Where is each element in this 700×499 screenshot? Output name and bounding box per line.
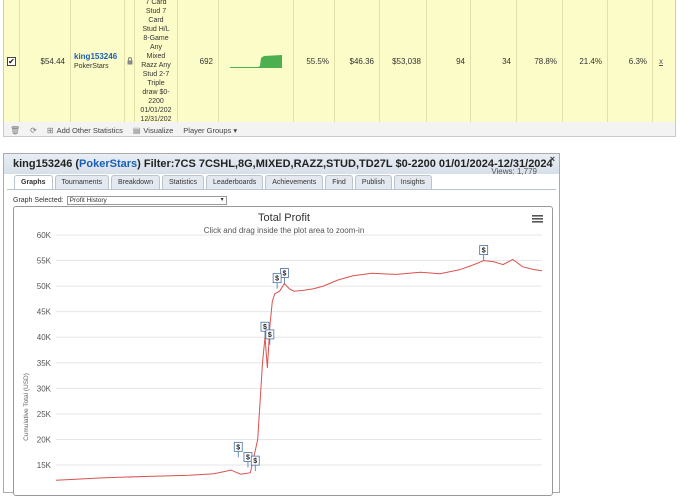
add-other-statistics-label: Add Other Statistics: [56, 125, 123, 135]
chart-title: Total Profit: [258, 212, 310, 224]
profit-series-line: [55, 258, 543, 481]
tab-tournaments[interactable]: Tournaments: [54, 175, 109, 189]
row-checkbox[interactable]: ✔: [7, 56, 16, 66]
y-tick-label: 15K: [37, 461, 52, 470]
graph-selected-label: Graph Selected:: [13, 197, 64, 204]
filter-line: Mixed: [146, 53, 166, 60]
cell-avg-profit: $46.36: [335, 0, 380, 122]
lock-icon[interactable]: [125, 0, 135, 122]
filter-line: 8-Game: [143, 35, 169, 42]
y-tick-label: 60K: [37, 231, 52, 240]
y-axis-label: Cumulative Total (USD): [23, 373, 30, 441]
cell-pct1: 78.8%: [517, 0, 563, 122]
filter-line: Stud 2-7: [142, 71, 170, 78]
y-tick-label: 25K: [37, 410, 52, 419]
views-count: Views: 1,779: [491, 167, 537, 176]
y-tick-label: 50K: [37, 282, 52, 291]
filter-line: draw $0-: [142, 89, 170, 96]
player-cell: king153246 PokerStars: [71, 0, 125, 122]
profit-chart[interactable]: Total Profit Click and drag inside the pl…: [14, 207, 554, 497]
profit-sparkline: [219, 0, 294, 122]
tab-graphs[interactable]: Graphs: [14, 175, 53, 189]
cell-col1: $54.44: [20, 0, 71, 122]
filter-line: Stud 7: [145, 8, 167, 15]
player-groups-label: Player Groups ▾: [183, 125, 238, 135]
y-tick-label: 30K: [37, 384, 52, 393]
trash-icon[interactable]: 🗑: [10, 126, 20, 135]
refresh-icon[interactable]: ⟳: [30, 126, 37, 135]
cell-total-profit: $53,038: [380, 0, 427, 122]
tab-publish[interactable]: Publish: [354, 175, 392, 189]
stats-table: ✔ $54.44 king153246 PokerStars 7 Card Stu…: [3, 0, 676, 137]
hamburger-menu-icon[interactable]: [532, 215, 543, 217]
y-tick-label: 20K: [37, 435, 52, 444]
cash-marker-label: $: [482, 248, 486, 255]
title-player: king153246 (: [13, 158, 80, 170]
chevron-down-icon: ▾: [220, 197, 224, 203]
filter-line: 12/31/202: [140, 116, 172, 122]
hamburger-menu-icon[interactable]: [532, 218, 543, 220]
y-tick-label: 55K: [37, 257, 52, 266]
cash-marker-label: $: [246, 455, 250, 462]
y-tick-label: 45K: [37, 308, 52, 317]
stats-toolbar: 🗑 ⟳ ⊞ Add Other Statistics ▤ Visualize P…: [10, 124, 237, 136]
chart-container[interactable]: Total Profit Click and drag inside the pl…: [13, 206, 553, 496]
filter-line: 7 Card: [145, 0, 167, 6]
add-other-statistics-button[interactable]: ⊞ Add Other Statistics: [47, 126, 123, 135]
cell-94: 94: [427, 0, 471, 122]
player-groups-dropdown[interactable]: Player Groups ▾: [183, 126, 237, 135]
cell-pct3: 6.3%: [608, 0, 653, 122]
remove-row-link[interactable]: x: [653, 0, 669, 122]
cash-marker-label: $: [268, 332, 272, 339]
panel-title: king153246 (PokerStars) Filter:7CS 7CSHL…: [13, 158, 553, 170]
tab-breakdown[interactable]: Breakdown: [110, 175, 161, 189]
graph-select[interactable]: Profit History ▾: [66, 196, 227, 205]
chart-icon: ▤: [132, 125, 141, 135]
graph-panel: king153246 (PokerStars) Filter:7CS 7CSHL…: [3, 153, 560, 496]
panel-tabs: Graphs Tournaments Breakdown Statistics Lead…: [14, 175, 432, 189]
hamburger-menu-icon[interactable]: [532, 221, 543, 223]
player-site: PokerStars: [74, 63, 109, 70]
graph-select-row: Graph Selected: Profit History ▾: [13, 196, 227, 205]
cash-marker-label: $: [282, 271, 286, 278]
filter-cell: 7 Card Stud 7 Card Stud H/L 8-Game Any Mixed Ra…: [135, 0, 178, 122]
cell-34: 34: [471, 0, 517, 122]
filter-line: Card: [148, 17, 164, 24]
cash-marker-label: $: [275, 276, 279, 283]
filter-line: Triple: [147, 80, 165, 87]
filter-line: Any: [149, 44, 163, 51]
tab-achievements[interactable]: Achievements: [265, 175, 324, 189]
columns-icon: ⊞: [46, 125, 54, 135]
cell-roi: 55.5%: [294, 0, 335, 122]
tab-insights[interactable]: Insights: [393, 175, 432, 189]
title-filter: ) Filter:7CS 7CSHL,8G,MIXED,RAZZ,STUD,TD…: [137, 158, 553, 170]
tab-find[interactable]: Find: [325, 175, 353, 189]
visualize-label: Visualize: [143, 125, 174, 135]
row-checkbox-cell[interactable]: ✔: [4, 0, 20, 122]
player-name-link[interactable]: king153246: [74, 52, 117, 61]
panel-header: king153246 (PokerStars) Filter:7CS 7CSHL…: [4, 154, 559, 176]
title-site-link[interactable]: PokerStars: [79, 158, 137, 170]
tab-statistics[interactable]: Statistics: [162, 175, 205, 189]
tab-leaderboards[interactable]: Leaderboards: [206, 175, 264, 189]
table-row: ✔ $54.44 king153246 PokerStars 7 Card Stu…: [4, 0, 675, 122]
cell-games: 692: [178, 0, 219, 122]
filter-line: Razz Any: [141, 62, 171, 69]
sparkline-svg: [230, 55, 282, 68]
cash-marker-label: $: [253, 458, 257, 465]
filter-line: Stud H/L: [142, 26, 170, 33]
graph-select-value: Profit History: [69, 197, 107, 204]
cell-pct2: 21.4%: [563, 0, 608, 122]
y-tick-label: 35K: [37, 359, 52, 368]
filter-line: 01/01/202: [140, 107, 172, 114]
y-tick-label: 40K: [37, 333, 52, 342]
filter-line: 2200: [148, 98, 164, 105]
close-icon[interactable]: ×: [550, 154, 555, 164]
cash-marker-label: $: [236, 444, 240, 451]
visualize-button[interactable]: ▤ Visualize: [133, 126, 173, 135]
chart-subtitle: Click and drag inside the plot area to z…: [204, 226, 365, 235]
